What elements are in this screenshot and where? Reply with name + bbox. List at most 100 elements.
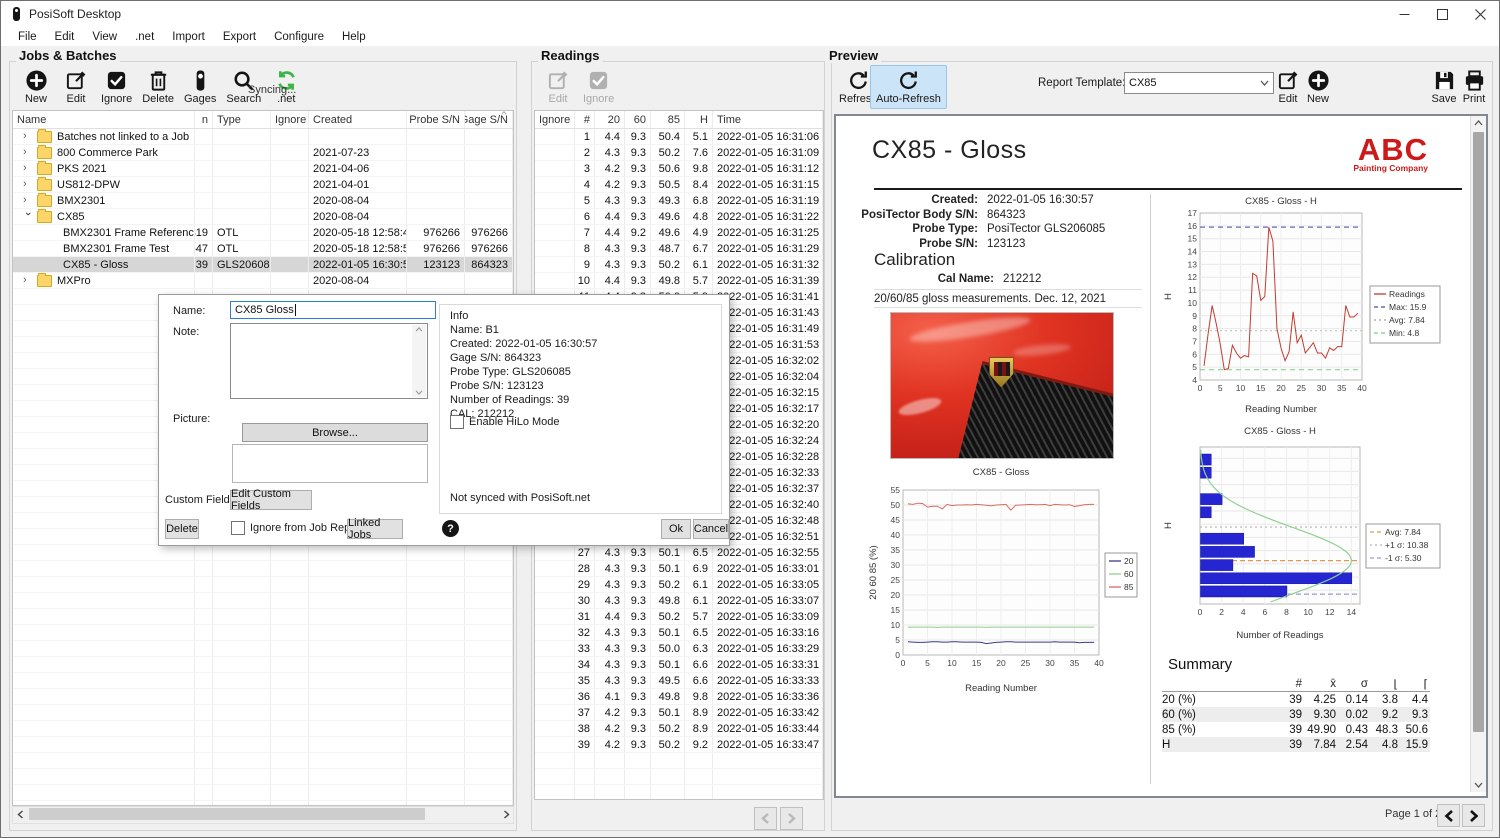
reading-row[interactable]: 4 4.2 9.3 50.5 8.4 2022-01-05 16:31:15 <box>535 177 823 193</box>
reading-row[interactable]: 1 4.4 9.3 50.4 5.1 2022-01-05 16:31:06 <box>535 129 823 145</box>
menu-view[interactable]: View <box>83 29 126 45</box>
jobs-horizontal-scrollbar[interactable] <box>12 806 514 824</box>
readings-prev-page-button[interactable] <box>754 807 777 830</box>
reading-row[interactable]: 7 4.4 9.2 49.6 4.9 2022-01-05 16:31:25 <box>535 225 823 241</box>
print-button[interactable]: Print <box>1454 66 1494 108</box>
jobs-table-header[interactable]: NamenTypeIgnoreCreatedProbe S/NGage S/N <box>13 111 513 129</box>
jobs-row[interactable]: CX85 - Gloss 39 GLS206085 2022-01-05 16:30:… <box>13 257 513 273</box>
reading-row[interactable]: 33 4.3 9.3 50.0 6.3 2022-01-05 16:33:29 <box>535 641 823 657</box>
jobs-column-header[interactable]: Created <box>309 111 407 128</box>
reading-row[interactable]: 10 4.4 9.3 49.8 5.7 2022-01-05 16:31:39 <box>535 273 823 289</box>
reading-row[interactable]: 30 4.3 9.3 49.8 6.1 2022-01-05 16:33:07 <box>535 593 823 609</box>
jobs-toolbar-gages-button[interactable]: Gages <box>179 66 221 108</box>
jobs-row[interactable]: › Batches not linked to a Job <box>13 129 513 145</box>
browse-button[interactable]: Browse... <box>242 423 428 442</box>
menu-import[interactable]: Import <box>163 29 214 45</box>
expand-icon[interactable]: › <box>23 179 32 190</box>
readings-column-header[interactable]: 20 <box>595 111 625 128</box>
jobs-row[interactable]: › PKS 2021 2021-04-06 <box>13 161 513 177</box>
scroll-up-icon[interactable] <box>415 327 423 332</box>
readings-toolbar-ignore-button[interactable]: Ignore <box>578 66 619 108</box>
menu-net[interactable]: .net <box>126 29 163 45</box>
readings-toolbar-edit-button[interactable]: Edit <box>538 66 578 108</box>
menu-edit[interactable]: Edit <box>46 29 84 45</box>
name-field[interactable]: CX85 Gloss <box>230 301 436 319</box>
scroll-up-icon[interactable] <box>1471 116 1485 130</box>
jobs-toolbar-new-button[interactable]: New <box>16 66 56 108</box>
jobs-scroll-thumb[interactable] <box>29 808 425 820</box>
reading-row[interactable]: 38 4.2 9.3 50.2 8.9 2022-01-05 16:33:44 <box>535 721 823 737</box>
menu-configure[interactable]: Configure <box>265 29 333 45</box>
jobs-row[interactable]: › US812-DPW 2021-04-01 <box>13 177 513 193</box>
jobs-row[interactable]: › CX85 2020-08-04 <box>13 209 513 225</box>
expand-icon[interactable]: › <box>23 163 32 174</box>
reading-row[interactable]: 31 4.4 9.3 50.2 5.7 2022-01-05 16:33:09 <box>535 609 823 625</box>
reading-row[interactable]: 2 4.3 9.3 50.2 7.6 2022-01-05 16:31:09 <box>535 145 823 161</box>
reading-row[interactable]: 5 4.3 9.3 49.3 6.8 2022-01-05 16:31:19 <box>535 193 823 209</box>
reading-row[interactable]: 36 4.1 9.3 49.8 9.8 2022-01-05 16:33:36 <box>535 689 823 705</box>
reading-row[interactable]: 29 4.3 9.3 50.2 6.1 2022-01-05 16:33:05 <box>535 577 823 593</box>
jobs-toolbar-delete-button[interactable]: Delete <box>137 66 179 108</box>
preview-scroll-thumb[interactable] <box>1473 132 1484 732</box>
scroll-left-icon[interactable] <box>13 807 27 821</box>
reading-row[interactable]: 9 4.3 9.3 50.2 6.1 2022-01-05 16:31:32 <box>535 257 823 273</box>
reading-row[interactable]: 32 4.3 9.3 50.1 6.5 2022-01-05 16:33:16 <box>535 625 823 641</box>
jobs-row[interactable]: BMX2301 Frame Reference819OTL 2020-05-18 … <box>13 225 513 241</box>
jobs-row[interactable]: › 800 Commerce Park 2021-07-23 <box>13 145 513 161</box>
jobs-row[interactable]: BMX2301 Frame Test 547OTL 2020-05-18 12:58… <box>13 241 513 257</box>
readings-next-page-button[interactable] <box>780 807 803 830</box>
readings-column-header[interactable]: H <box>685 111 713 128</box>
readings-column-header[interactable]: # <box>575 111 595 128</box>
note-field[interactable] <box>230 323 428 399</box>
menu-export[interactable]: Export <box>214 29 265 45</box>
jobs-column-header[interactable]: Probe S/N <box>407 111 465 128</box>
reading-row[interactable]: 3 4.2 9.3 50.6 9.8 2022-01-05 16:31:12 <box>535 161 823 177</box>
maximize-button[interactable] <box>1423 1 1461 27</box>
reading-row[interactable]: 27 4.3 9.3 50.1 6.5 2022-01-05 16:32:55 <box>535 545 823 561</box>
report-template-select[interactable]: CX85 <box>1124 72 1274 94</box>
next-page-button[interactable] <box>1462 804 1485 827</box>
menu-file[interactable]: File <box>9 29 46 45</box>
minimize-button[interactable] <box>1385 1 1423 27</box>
reading-row[interactable]: 28 4.3 9.3 50.1 6.9 2022-01-05 16:33:01 <box>535 561 823 577</box>
reading-row[interactable]: 6 4.4 9.3 49.6 4.8 2022-01-05 16:31:22 <box>535 209 823 225</box>
jobs-row[interactable]: › BMX2301 2020-08-04 <box>13 193 513 209</box>
scroll-down-icon[interactable] <box>415 390 423 395</box>
ok-button[interactable]: Ok <box>661 519 691 539</box>
close-button[interactable] <box>1461 1 1499 27</box>
expand-icon[interactable]: › <box>23 195 32 206</box>
ignore-from-job-report-checkbox[interactable]: Ignore from Job Report <box>231 521 363 535</box>
readings-column-header[interactable]: Ignore <box>535 111 575 128</box>
reading-row[interactable]: 34 4.3 9.3 50.1 6.6 2022-01-05 16:33:31 <box>535 657 823 673</box>
readings-column-header[interactable]: 60 <box>625 111 651 128</box>
expand-icon[interactable]: › <box>23 131 32 142</box>
jobs-column-header[interactable]: Name <box>13 111 195 128</box>
readings-table-header[interactable]: Ignore #20 60 85 H Time <box>535 111 823 129</box>
cancel-button[interactable]: Cancel <box>693 519 729 539</box>
jobs-column-header[interactable]: Gage S/N <box>465 111 513 128</box>
jobs-toolbar-edit-button[interactable]: Edit <box>56 66 96 108</box>
preview-vertical-scrollbar[interactable] <box>1470 116 1486 792</box>
menu-help[interactable]: Help <box>333 29 375 45</box>
jobs-toolbar-ignore-button[interactable]: Ignore <box>96 66 137 108</box>
jobs-column-header[interactable]: Type <box>213 111 271 128</box>
delete-button[interactable]: Delete <box>165 519 199 539</box>
reading-row[interactable]: 37 4.2 9.3 50.1 8.9 2022-01-05 16:33:42 <box>535 705 823 721</box>
collapse-icon[interactable]: › <box>22 212 34 221</box>
edit-custom-fields-button[interactable]: Edit Custom Fields <box>230 488 312 512</box>
enable-hilo-checkbox[interactable]: Enable HiLo Mode <box>450 415 560 429</box>
jobs-row[interactable]: › MXPro 2020-08-04 <box>13 273 513 289</box>
scroll-right-icon[interactable] <box>499 807 513 821</box>
help-button[interactable]: ? <box>442 520 459 537</box>
jobs-column-header[interactable]: Ignore <box>271 111 309 128</box>
reading-row[interactable]: 35 4.3 9.3 49.5 6.6 2022-01-05 16:33:33 <box>535 673 823 689</box>
linked-jobs-button[interactable]: Linked Jobs <box>347 517 403 541</box>
template-new-button[interactable]: New <box>1298 66 1338 108</box>
jobs-column-header[interactable]: n <box>195 111 213 128</box>
scroll-down-icon[interactable] <box>1471 778 1485 792</box>
auto-refresh-button[interactable]: Auto-Refresh <box>870 65 947 109</box>
reading-row[interactable]: 39 4.2 9.3 50.2 9.2 2022-01-05 16:33:47 <box>535 737 823 753</box>
expand-icon[interactable]: › <box>23 147 32 158</box>
readings-column-header[interactable]: 85 <box>651 111 685 128</box>
readings-column-header[interactable]: Time <box>713 111 823 128</box>
